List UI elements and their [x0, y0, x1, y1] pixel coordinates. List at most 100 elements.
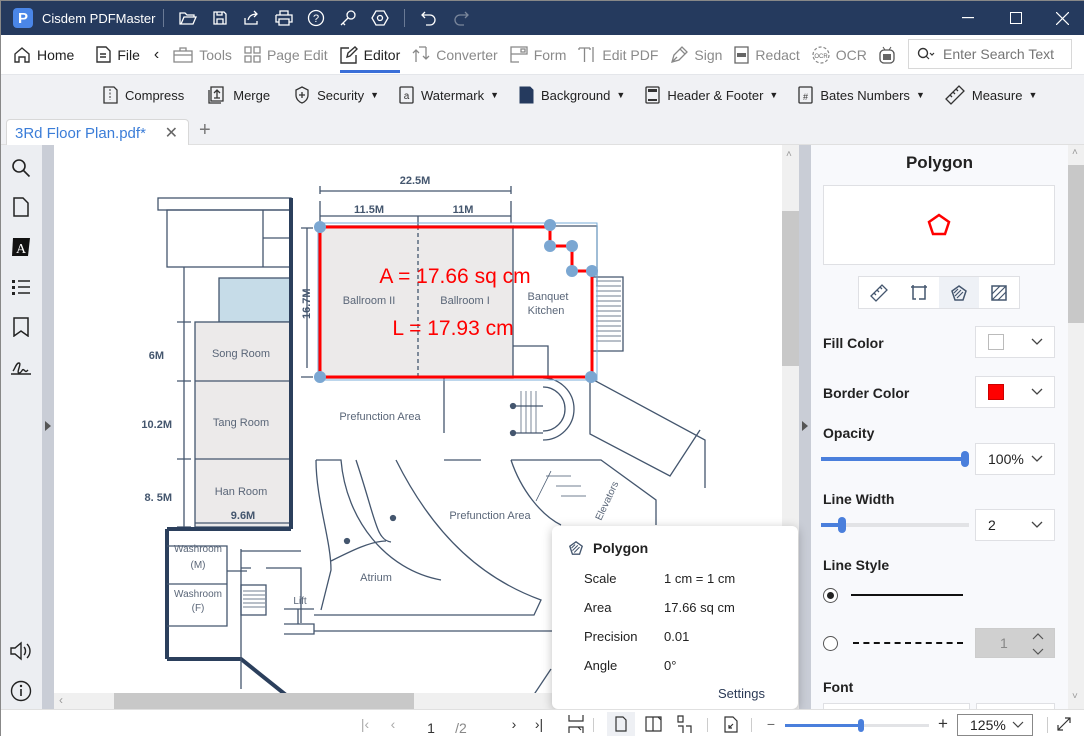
- prev-page-button[interactable]: ‹: [385, 714, 401, 734]
- grid-view-button[interactable]: [674, 714, 694, 734]
- tab-document[interactable]: 3Rd Floor Plan.pdf* ✕: [6, 119, 189, 146]
- background-dropdown[interactable]: Background ▼: [511, 75, 633, 115]
- redo-icon[interactable]: [445, 10, 477, 26]
- minimize-button[interactable]: [945, 1, 991, 35]
- mode-distance[interactable]: [859, 277, 899, 308]
- menu-converter[interactable]: Converter: [406, 35, 503, 75]
- polygon-vertex-handle[interactable]: [585, 371, 597, 383]
- right-panel-toggle[interactable]: [799, 145, 811, 709]
- polygon-vertex-handle[interactable]: [544, 240, 556, 252]
- scroll-up-icon[interactable]: ˄: [786, 149, 792, 160]
- shape-preview: [823, 185, 1055, 265]
- vertical-scroll-thumb[interactable]: [782, 211, 799, 366]
- fit-page-button[interactable]: [566, 714, 586, 734]
- ai-assistant-button[interactable]: [873, 35, 907, 75]
- bates-numbers-dropdown[interactable]: # Bates Numbers ▼: [790, 75, 933, 115]
- menu-redact[interactable]: Redact: [728, 35, 805, 75]
- zoom-in-button[interactable]: +: [935, 714, 951, 734]
- fullscreen-button[interactable]: [1055, 714, 1073, 734]
- opacity-slider-handle[interactable]: [961, 451, 969, 467]
- search-input[interactable]: [943, 46, 1063, 62]
- zoom-select[interactable]: 125%: [957, 714, 1033, 736]
- polygon-vertex-handle[interactable]: [544, 219, 556, 231]
- sidebar-outline[interactable]: [9, 275, 33, 299]
- close-button[interactable]: [1039, 1, 1084, 35]
- menu-sign[interactable]: Sign: [664, 35, 728, 75]
- stepper-arrows-icon[interactable]: [1032, 633, 1044, 655]
- zoom-slider[interactable]: [785, 719, 929, 732]
- fill-color-dropdown[interactable]: [975, 326, 1055, 358]
- first-page-button[interactable]: |‹: [357, 714, 373, 734]
- measure-dropdown[interactable]: Measure ▼: [937, 75, 1046, 115]
- menu-page-edit[interactable]: Page Edit: [238, 35, 334, 75]
- left-panel-toggle[interactable]: [42, 145, 54, 709]
- sidebar-info[interactable]: [9, 679, 33, 703]
- line-style-solid-radio[interactable]: [823, 588, 838, 603]
- scroll-left-icon[interactable]: ‹: [59, 693, 63, 707]
- sidebar-bookmarks[interactable]: [9, 315, 33, 339]
- print-icon[interactable]: [268, 10, 300, 26]
- two-page-view-button[interactable]: [643, 714, 663, 734]
- sidebar-search[interactable]: [9, 156, 33, 180]
- sidebar-text[interactable]: A: [9, 235, 33, 259]
- popup-settings-link[interactable]: Settings: [718, 686, 765, 701]
- open-folder-icon[interactable]: [172, 10, 204, 26]
- menu-edit-pdf[interactable]: Edit PDF: [572, 35, 664, 75]
- panel-scrollbar[interactable]: ˄ ˅: [1068, 145, 1084, 709]
- border-color-dropdown[interactable]: [975, 376, 1055, 408]
- fit-width-button[interactable]: [721, 714, 741, 734]
- line-width-slider[interactable]: [821, 517, 969, 533]
- watermark-dropdown[interactable]: a Watermark ▼: [391, 75, 507, 115]
- settings-icon[interactable]: [364, 9, 396, 27]
- security-dropdown[interactable]: Security ▼: [286, 75, 387, 115]
- sidebar-signature[interactable]: [9, 355, 33, 379]
- next-page-button[interactable]: ›: [506, 714, 522, 734]
- save-icon[interactable]: [204, 10, 236, 26]
- line-width-dropdown[interactable]: 2: [975, 509, 1055, 541]
- menu-form[interactable]: Form: [504, 35, 573, 75]
- zoom-slider-handle[interactable]: [858, 719, 864, 732]
- undo-icon[interactable]: [413, 10, 445, 26]
- polygon-vertex-handle[interactable]: [586, 265, 598, 277]
- compress-button[interactable]: Compress: [95, 75, 192, 115]
- menu-tools[interactable]: Tools: [167, 35, 238, 75]
- menu-ocr[interactable]: OCR OCR: [806, 35, 873, 75]
- sidebar-pages[interactable]: [9, 195, 33, 219]
- page-number-input[interactable]: 1: [423, 718, 439, 738]
- opacity-dropdown[interactable]: 100%: [975, 443, 1055, 475]
- polygon-vertex-handle[interactable]: [314, 221, 326, 233]
- search-box[interactable]: [908, 39, 1072, 69]
- last-page-button[interactable]: ›|: [531, 714, 547, 734]
- popup-key: Precision: [584, 629, 638, 644]
- mode-perimeter[interactable]: [899, 277, 939, 308]
- zoom-out-button[interactable]: −: [763, 714, 779, 734]
- help-icon[interactable]: ?: [300, 9, 332, 27]
- polygon-vertex-handle[interactable]: [566, 265, 578, 277]
- panel-scroll-thumb[interactable]: [1068, 165, 1084, 323]
- scroll-down-icon[interactable]: ˅: [1072, 691, 1078, 702]
- pin-toolbar-button[interactable]: [1075, 75, 1084, 115]
- maximize-button[interactable]: [993, 1, 1039, 35]
- line-style-dashed-radio[interactable]: [823, 636, 838, 651]
- sidebar-read-aloud[interactable]: [9, 639, 33, 663]
- new-tab-button[interactable]: +: [199, 119, 211, 142]
- share-icon[interactable]: [236, 10, 268, 26]
- close-tab-icon[interactable]: ✕: [165, 123, 178, 143]
- mode-rectangle-area[interactable]: [979, 277, 1019, 308]
- header-footer-dropdown[interactable]: Header & Footer ▼: [637, 75, 786, 115]
- menu-home[interactable]: Home: [7, 35, 80, 75]
- menu-file[interactable]: File: [90, 35, 146, 75]
- line-width-slider-handle[interactable]: [838, 517, 846, 533]
- polygon-vertex-handle[interactable]: [314, 371, 326, 383]
- scroll-left-button[interactable]: ‹: [146, 35, 167, 75]
- opacity-slider[interactable]: [821, 451, 969, 467]
- polygon-vertex-handle[interactable]: [566, 240, 578, 252]
- scroll-up-icon[interactable]: ˄: [1072, 147, 1078, 158]
- menu-editor[interactable]: Editor: [334, 35, 407, 75]
- merge-button[interactable]: Merge: [200, 75, 278, 115]
- horizontal-scroll-thumb[interactable]: [114, 693, 414, 709]
- dash-stepper[interactable]: 1: [975, 628, 1055, 658]
- single-page-view-button[interactable]: [607, 712, 635, 736]
- key-icon[interactable]: [332, 9, 364, 27]
- mode-polygon-area[interactable]: [939, 277, 979, 308]
